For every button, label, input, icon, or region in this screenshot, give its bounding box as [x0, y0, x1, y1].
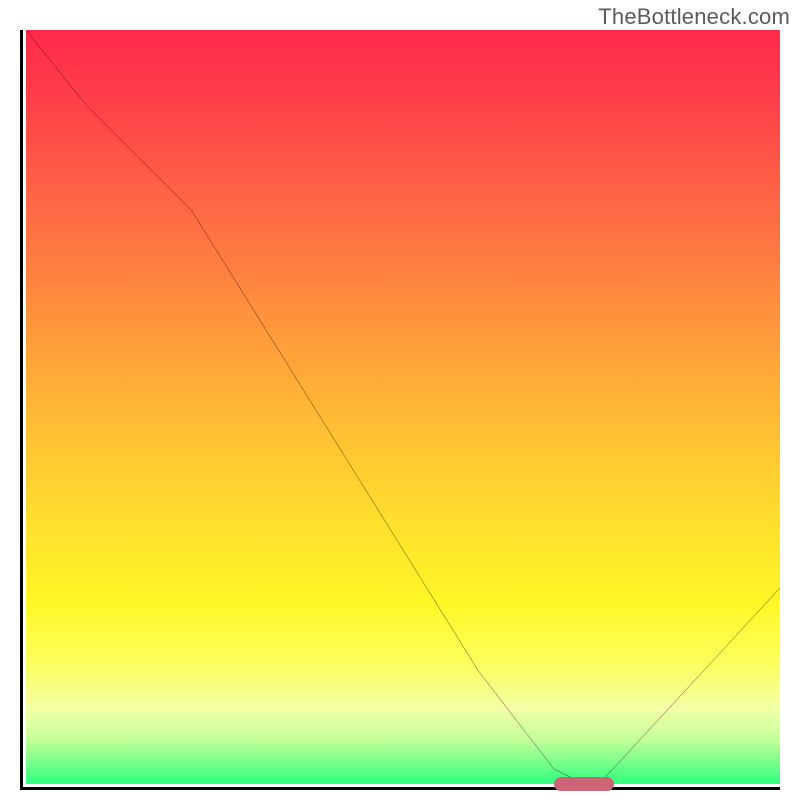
plot-frame	[20, 30, 780, 790]
watermark-text: TheBottleneck.com	[598, 4, 790, 30]
bottleneck-curve-path	[26, 30, 780, 784]
curve-layer	[26, 30, 780, 784]
optimal-range-marker	[554, 777, 614, 791]
chart-container: TheBottleneck.com	[0, 0, 800, 800]
